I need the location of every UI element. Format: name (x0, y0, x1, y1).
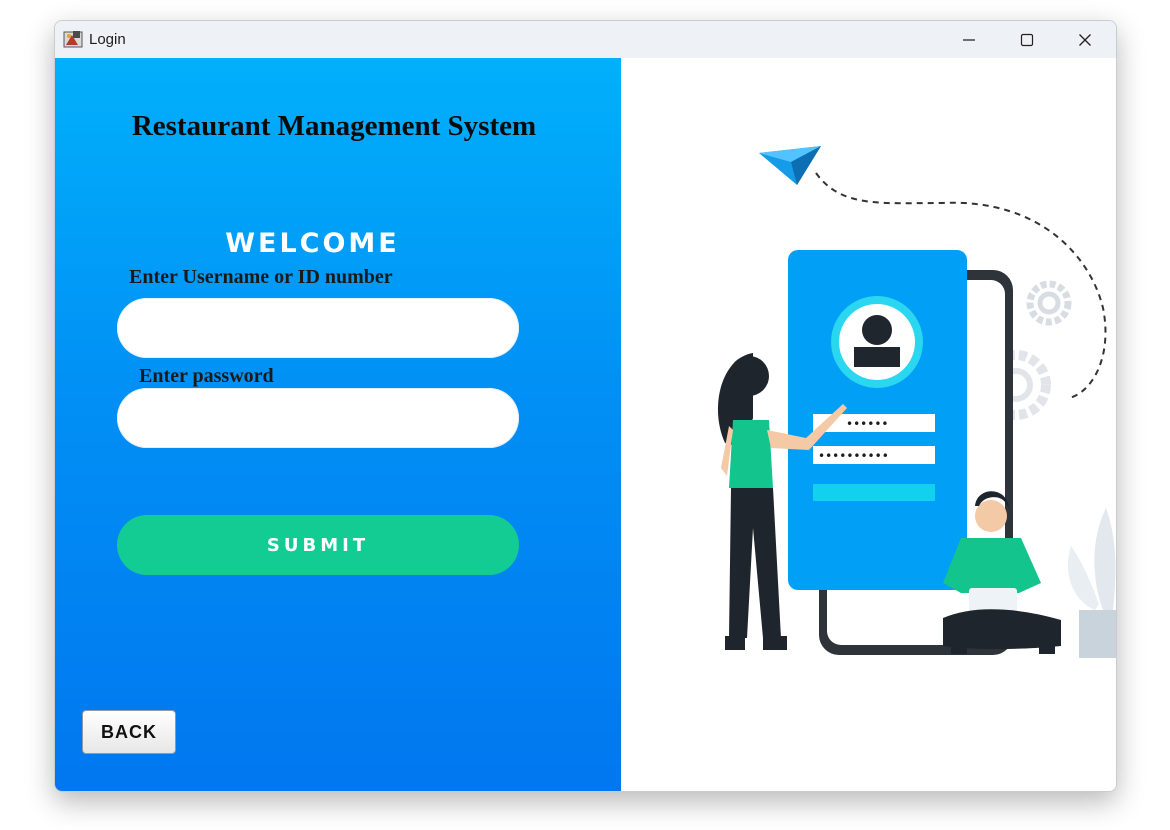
welcome-heading: WELCOME (225, 228, 400, 259)
title-bar: Login (55, 21, 1116, 58)
password-input[interactable] (117, 388, 519, 448)
phone-masked-username: •••••• (846, 417, 888, 431)
username-input[interactable] (117, 298, 519, 358)
close-button[interactable] (1056, 21, 1114, 58)
login-illustration: •••••• •••••••••• (717, 146, 1116, 658)
paper-plane-icon (759, 146, 821, 185)
submit-button[interactable]: SUBMIT (117, 515, 519, 575)
phone-submit-bar (813, 484, 935, 501)
user-avatar-icon (831, 296, 923, 388)
plant-icon (1067, 508, 1116, 658)
window-title: Login (89, 31, 126, 48)
username-label: Enter Username or ID number (129, 266, 393, 288)
close-icon (1079, 33, 1091, 46)
maximize-icon (1020, 33, 1034, 46)
password-label: Enter password (139, 365, 274, 387)
app-title: Restaurant Management System (131, 110, 537, 142)
java-app-icon (63, 31, 83, 48)
login-window: Login Restaurant Management System WELCO… (54, 20, 1117, 792)
maximize-button[interactable] (998, 21, 1056, 58)
login-form-panel: Restaurant Management System WELCOME Ent… (55, 58, 621, 791)
minimize-icon (963, 38, 975, 41)
back-button[interactable]: BACK (82, 710, 176, 754)
minimize-button[interactable] (940, 21, 998, 58)
illustration-panel: •••••• •••••••••• (621, 58, 1116, 791)
phone-masked-password: •••••••••• (818, 449, 889, 463)
